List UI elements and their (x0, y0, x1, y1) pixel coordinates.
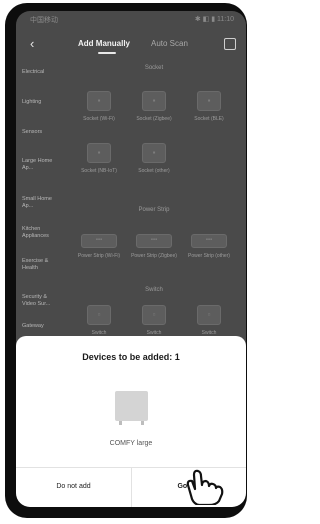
socket-icon: ▪ (197, 91, 221, 111)
phone-frame: 中国移动 ✱ ◧ ▮ 11:10 ‹ Add Manually Auto Sca… (5, 3, 247, 518)
device-name: COMFY large (109, 440, 153, 447)
device-label: Power Strip (Zigbee) (131, 253, 177, 259)
device-tile[interactable]: ▪▪▪ Power Strip (Wi-Fi) (74, 234, 124, 259)
device-tile[interactable]: ▪▪▪ Power Strip (Zigbee) (129, 234, 179, 259)
device-tile[interactable]: ▫ Switch (129, 305, 179, 336)
power-strip-icon: ▪▪▪ (191, 234, 227, 248)
sidebar-item-electrical[interactable]: Electrical (22, 69, 62, 76)
status-bar: 中国移动 ✱ ◧ ▮ 11:10 (16, 11, 246, 29)
tab-auto-scan[interactable]: Auto Scan (151, 39, 188, 48)
section-power-strip: Power Strip (138, 207, 170, 213)
switch-icon: ▫ (142, 305, 166, 325)
sidebar-item-kitchen[interactable]: Kitchen Appliances (22, 226, 62, 240)
sidebar-item-sensors[interactable]: Sensors (22, 129, 62, 136)
device-label: Socket (NB-IoT) (81, 168, 117, 174)
device-label: Power Strip (other) (188, 253, 230, 259)
device-tile[interactable]: ▫ Switch (184, 305, 234, 336)
socket-icon: ▪ (142, 91, 166, 111)
sidebar-item-small-home[interactable]: Small Home Ap... (22, 196, 62, 210)
sidebar-item-lighting[interactable]: Lighting (22, 99, 62, 106)
do-not-add-button[interactable]: Do not add (16, 467, 131, 507)
section-switch: Switch (145, 287, 163, 293)
switch-icon: ▫ (87, 305, 111, 325)
sidebar-item-exercise[interactable]: Exercise & Health (22, 258, 62, 272)
switch-icon: ▫ (197, 305, 221, 325)
status-icons: ✱ ◧ ▮ 11:10 (194, 16, 234, 23)
back-icon[interactable]: ‹ (30, 36, 34, 51)
sidebar-item-gateway[interactable]: Gateway (22, 323, 62, 330)
socket-icon: ▪ (87, 143, 111, 163)
section-socket: Socket (144, 65, 164, 71)
device-tile[interactable]: ▪▪▪ Power Strip (other) (184, 234, 234, 259)
device-tile[interactable]: ▪ Socket (NB-IoT) (74, 143, 124, 174)
power-strip-icon: ▪▪▪ (81, 234, 117, 248)
carrier-label: 中国移动 (30, 17, 58, 24)
sidebar-item-large-home[interactable]: Large Home Ap... (22, 158, 62, 172)
device-tile[interactable]: ▪ Socket (Wi-Fi) (74, 91, 124, 122)
active-tab-indicator (98, 52, 116, 54)
app-screen: 中国移动 ✱ ◧ ▮ 11:10 ‹ Add Manually Auto Sca… (16, 11, 246, 507)
scan-icon[interactable] (224, 38, 236, 50)
top-bar: ‹ Add Manually Auto Scan (16, 33, 246, 57)
sidebar-item-security[interactable]: Security & Video Sur... (22, 294, 62, 308)
power-strip-icon: ▪▪▪ (136, 234, 172, 248)
device-label: Power Strip (Wi-Fi) (77, 253, 121, 259)
device-label: Socket (BLE) (194, 116, 224, 122)
device-tile[interactable]: ▪ Socket (BLE) (184, 91, 234, 122)
device-label: Socket (Wi-Fi) (83, 116, 115, 122)
sheet-title: Devices to be added: 1 (82, 352, 180, 362)
device-tile[interactable]: ▪ Socket (Zigbee) (129, 91, 179, 122)
tap-hand-icon (186, 469, 224, 505)
tab-add-manually[interactable]: Add Manually (78, 39, 130, 48)
device-label: Socket (Zigbee) (136, 116, 172, 122)
socket-icon: ▪ (87, 91, 111, 111)
socket-icon: ▪ (142, 143, 166, 163)
device-tile[interactable]: ▫ Switch (74, 305, 124, 336)
heater-device-icon (115, 391, 148, 425)
device-tile[interactable]: ▪ Socket (other) (129, 143, 179, 174)
device-label: Socket (other) (138, 168, 170, 174)
